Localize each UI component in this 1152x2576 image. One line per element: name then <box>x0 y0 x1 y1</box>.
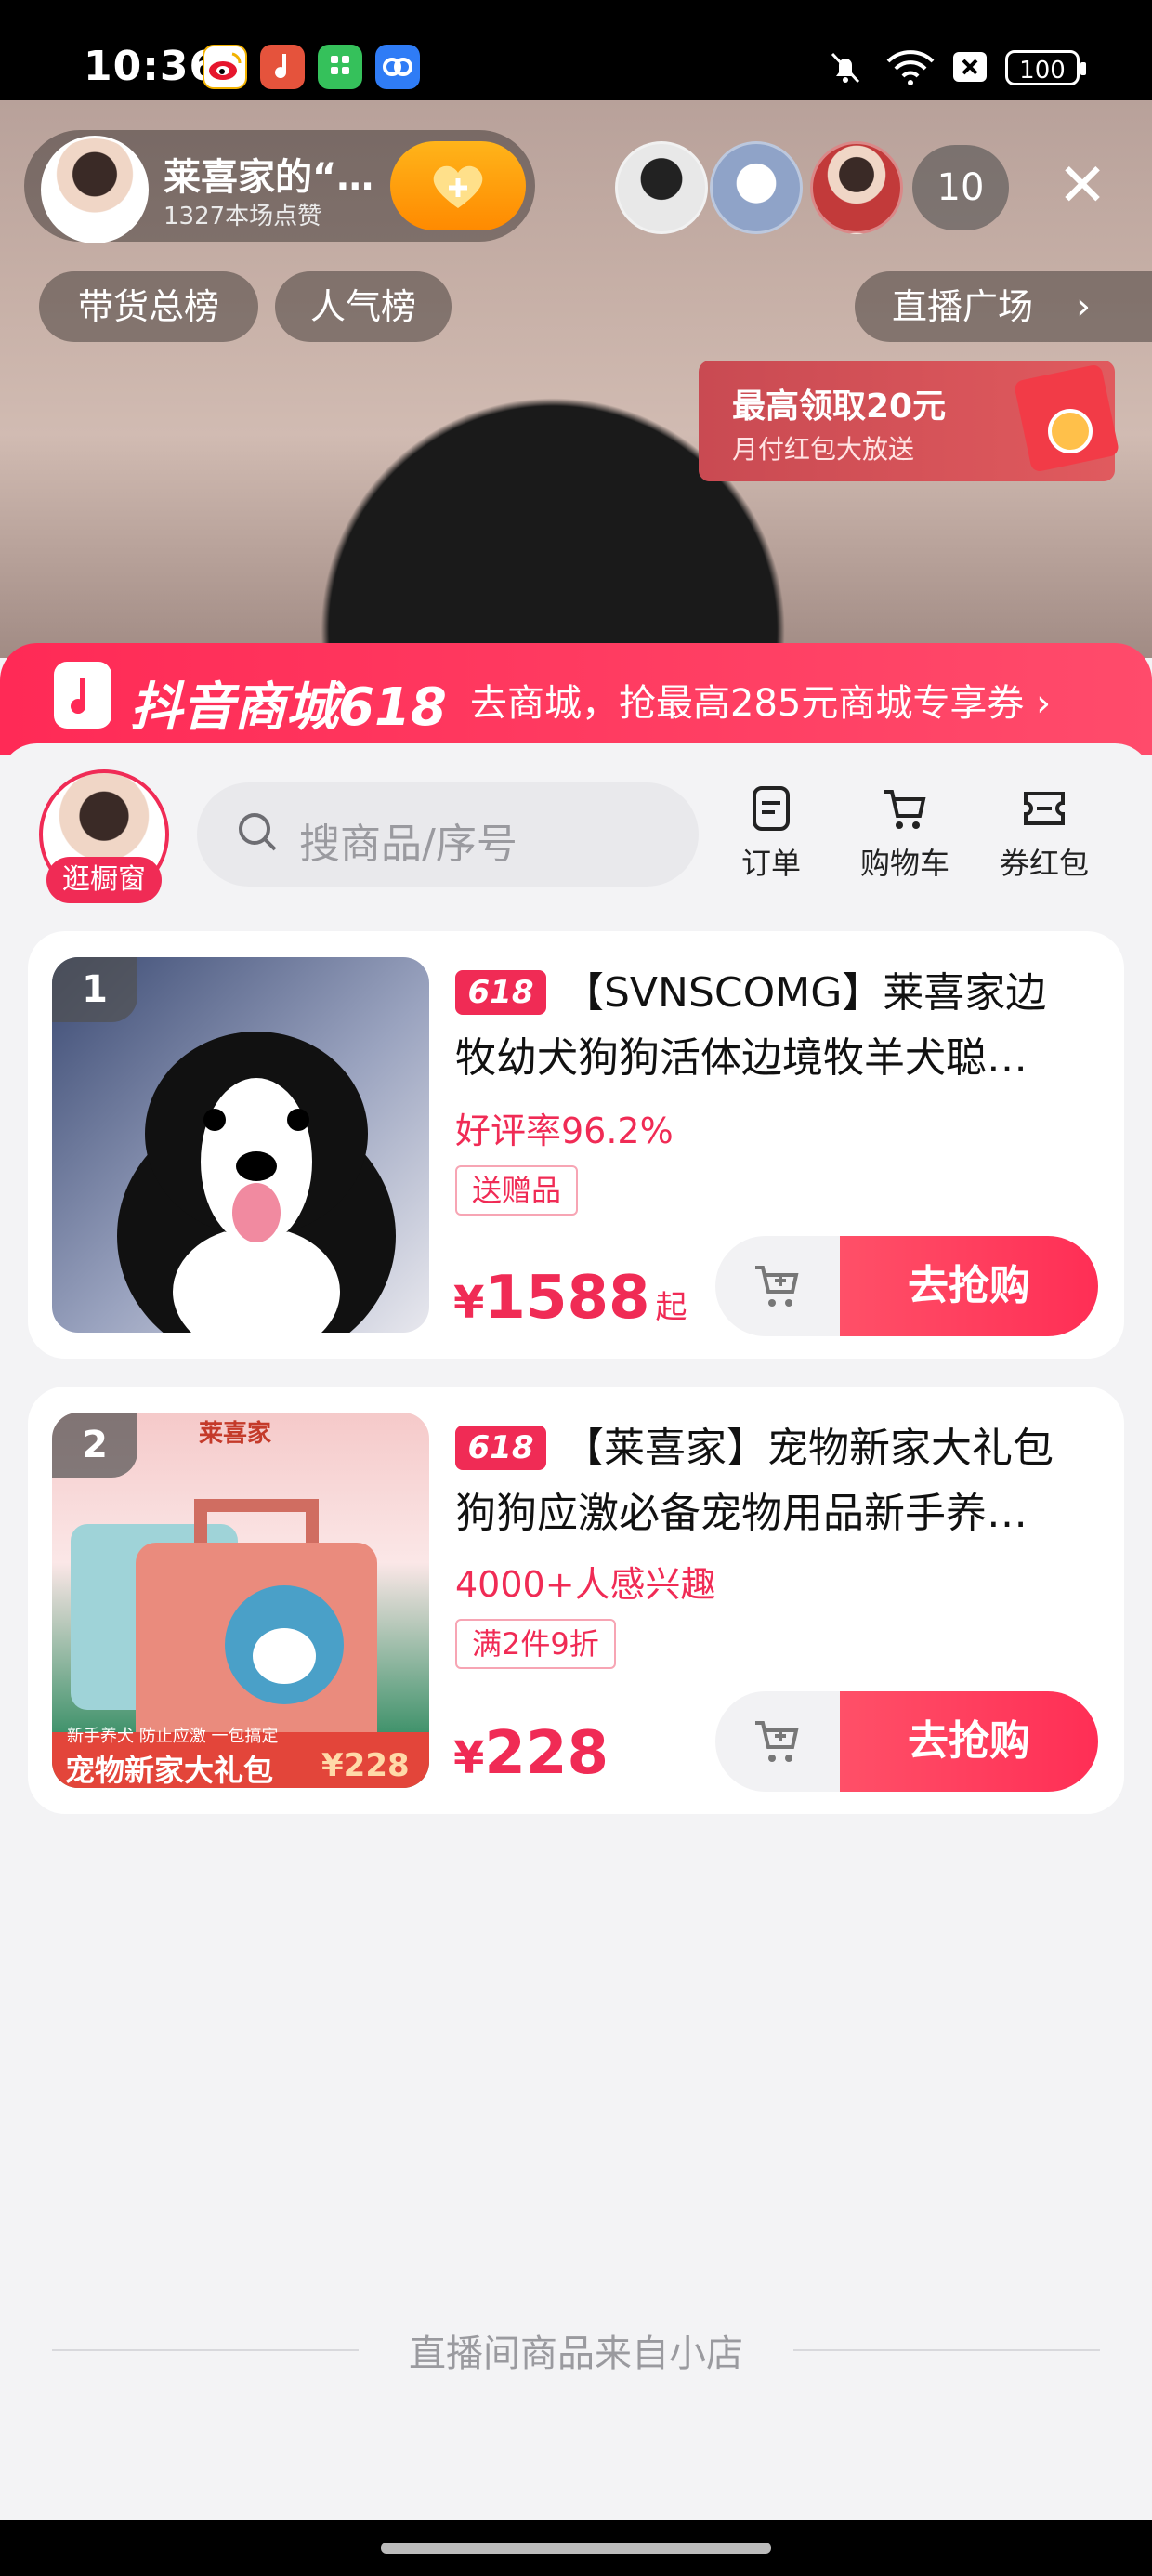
status-time: 10:36 <box>84 43 219 90</box>
live-plaza-button[interactable]: 直播广场 › <box>855 271 1152 342</box>
add-cart-icon <box>755 1721 799 1762</box>
product-title[interactable]: 【SVNSCOMG】莱喜家边 牧幼犬狗狗活体边境牧羊犬聪… <box>455 961 1106 1091</box>
chevron-right-icon: › <box>1076 285 1092 328</box>
cart-label: 购物车 <box>859 846 949 881</box>
tab-sales-rank[interactable]: 带货总榜 <box>39 271 258 342</box>
product-price: ¥228 <box>453 1719 614 1788</box>
gift-chip: 送赠品 <box>455 1165 579 1216</box>
image-text-price: ¥228 <box>321 1747 410 1784</box>
product-title-line1: 【莱喜家】宠物新家大礼包 <box>563 1425 1054 1472</box>
price-value: 228 <box>484 1719 609 1788</box>
mall-promo-text: 去商城，抢最高285元商城专享券 <box>470 682 1025 725</box>
cart-button[interactable]: 购物车 <box>849 773 961 892</box>
weibo-icon <box>203 45 247 89</box>
product-interest: 4000+人感兴趣 <box>455 1564 716 1605</box>
battery-indicator: 100 <box>1005 50 1086 85</box>
image-text-sub: 新手养犬 防止应激 一包搞定 <box>67 1727 279 1746</box>
mall-title: 抖音商城618 <box>130 677 447 738</box>
close-icon[interactable]: ✕ <box>1039 139 1126 232</box>
orders-icon <box>745 782 797 835</box>
price-currency: ¥ <box>453 1277 485 1329</box>
add-to-cart-button[interactable] <box>715 1236 840 1336</box>
search-icon <box>236 810 279 853</box>
follow-button[interactable] <box>390 141 526 230</box>
mute-icon <box>821 45 870 89</box>
cart-icon <box>879 782 931 835</box>
add-to-cart-button[interactable] <box>715 1691 840 1792</box>
shop-window-badge[interactable]: 逛橱窗 <box>46 857 162 903</box>
coupon-icon <box>1018 782 1070 835</box>
tab-popularity-rank[interactable]: 人气榜 <box>275 271 452 342</box>
heart-plus-icon <box>433 165 483 208</box>
anchor-likes: 1327本场点赞 <box>164 203 322 230</box>
price-value: 1588 <box>484 1264 650 1333</box>
chevron-right-icon: › <box>1024 682 1052 725</box>
image-text-title: 宠物新家大礼包 <box>65 1753 274 1788</box>
close-box-icon <box>948 45 996 89</box>
viewer-count[interactable]: 10 <box>912 145 1009 230</box>
viewer-avatar-3[interactable] <box>810 141 903 234</box>
orders-button[interactable]: 订单 <box>715 773 827 892</box>
anchor-avatar[interactable] <box>41 136 149 243</box>
coin-icon <box>1048 409 1093 453</box>
product-title-line2: 狗狗应激必备宠物用品新手养… <box>455 1490 1028 1537</box>
coupons-label: 券红包 <box>999 846 1089 881</box>
rank-badge: 1 <box>52 957 137 1022</box>
buy-now-button[interactable]: 去抢购 <box>840 1236 1098 1336</box>
anchor-name: 莱喜家的“… <box>164 156 374 199</box>
price-currency: ¥ <box>453 1732 485 1784</box>
viewer-avatar-1[interactable] <box>615 141 708 234</box>
mall-promo[interactable]: 去商城，抢最高285元商城专享券 › <box>470 673 1051 727</box>
product-rating: 好评率96.2% <box>455 1111 674 1151</box>
green-app-icon <box>318 45 362 89</box>
music-icon <box>260 45 305 89</box>
redpacket-subtitle: 月付红包大放送 <box>732 434 915 465</box>
cloud-icon <box>375 45 420 89</box>
product-title[interactable]: 【莱喜家】宠物新家大礼包 狗狗应激必备宠物用品新手养… <box>455 1416 1106 1546</box>
price-suffix: 起 <box>655 1289 687 1326</box>
discount-chip: 满2件9折 <box>455 1619 616 1669</box>
coupons-button[interactable]: 券红包 <box>988 773 1100 892</box>
shopping-bag-icon <box>54 662 111 729</box>
live-plaza-label: 直播广场 <box>892 286 1034 327</box>
footer-note: 直播间商品来自小店 <box>409 2333 743 2375</box>
search-placeholder: 搜商品/序号 <box>299 821 517 868</box>
image-text-brand: 莱喜家 <box>199 1420 272 1448</box>
viewer-avatar-2[interactable] <box>710 141 803 234</box>
product-price: ¥1588 起 <box>453 1264 687 1333</box>
orders-label: 订单 <box>740 846 801 881</box>
add-cart-icon <box>755 1266 799 1307</box>
home-indicator[interactable] <box>381 2543 771 2554</box>
product-title-line2: 牧幼犬狗狗活体边境牧羊犬聪… <box>455 1034 1028 1082</box>
product-title-line1: 【SVNSCOMG】莱喜家边 <box>563 969 1047 1017</box>
rank-badge: 2 <box>52 1413 137 1478</box>
wifi-icon <box>883 45 938 89</box>
redpacket-title: 最高领取20元 <box>732 388 947 426</box>
buy-now-button[interactable]: 去抢购 <box>840 1691 1098 1792</box>
